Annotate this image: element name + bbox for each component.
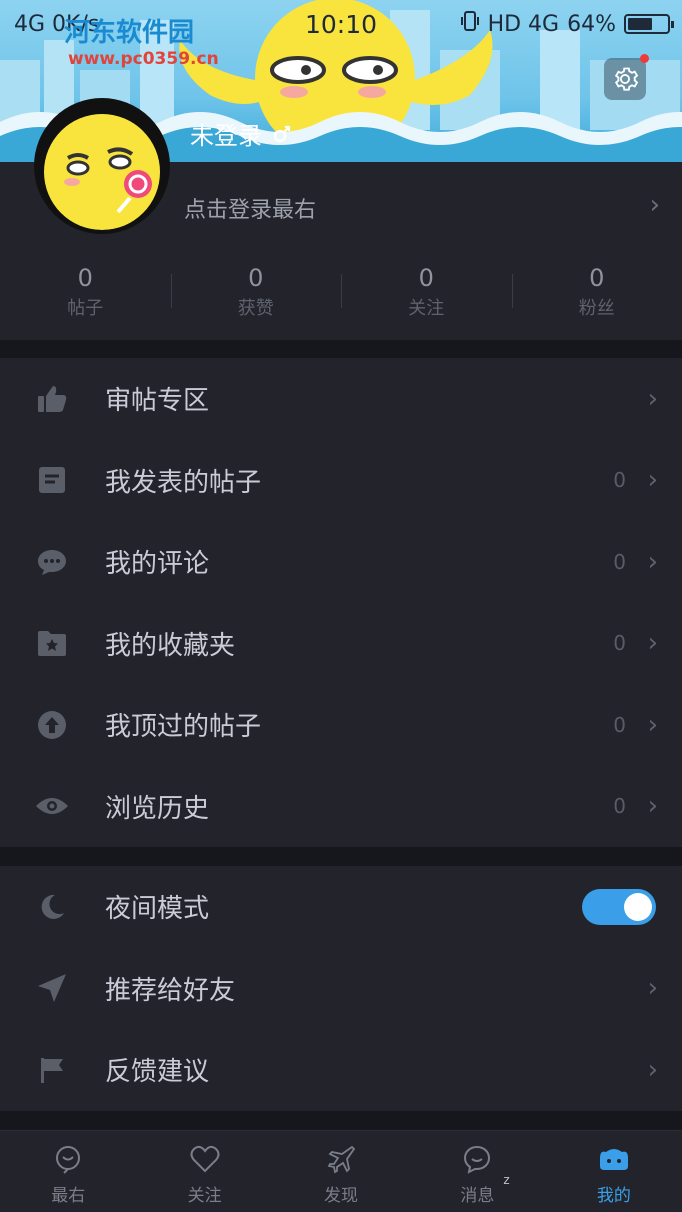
tab-messages[interactable]: 消息 z	[409, 1131, 545, 1212]
bottom-tab-bar: 最右 关注 发现 消息 z 我的	[0, 1130, 682, 1212]
flag-icon	[34, 1052, 70, 1088]
discover-icon	[325, 1143, 357, 1175]
stat-posts[interactable]: 0 帖子	[0, 264, 171, 324]
menu-item-review[interactable]: 审帖专区 ›	[0, 358, 682, 440]
tab-label: 消息	[460, 1186, 495, 1206]
menu-item-recommend[interactable]: 推荐给好友 ›	[0, 948, 682, 1030]
watermark: 河东软件园 www.pc0359.cn	[8, 12, 219, 69]
stat-likes[interactable]: 0 获赞	[170, 264, 342, 324]
stat-value: 0	[248, 264, 264, 292]
menu-item-label: 反馈建议	[105, 1057, 210, 1088]
menu-item-count: 0	[613, 712, 626, 737]
tab-following[interactable]: 关注	[136, 1131, 272, 1212]
tab-label: 关注	[187, 1186, 222, 1206]
login-prompt-row[interactable]: 点击登录最右 ›	[170, 162, 682, 252]
menu-item-label: 我顶过的帖子	[105, 712, 262, 743]
message-icon	[461, 1143, 493, 1175]
menu-item-count: 0	[613, 794, 626, 819]
mascot-avatar-icon	[38, 102, 166, 230]
menu-item-label: 审帖专区	[105, 386, 210, 417]
stat-value: 0	[418, 264, 434, 292]
tab-label: 最右	[51, 1186, 86, 1206]
menu-item-my-posts[interactable]: 我发表的帖子 0 ›	[0, 440, 682, 522]
menu-item-label: 推荐给好友	[105, 975, 236, 1006]
menu-item-upvoted-posts[interactable]: 我顶过的帖子 0 ›	[0, 684, 682, 766]
send-icon	[34, 970, 70, 1006]
tab-badge: z	[503, 1173, 510, 1187]
menu-item-night-mode: 夜间模式	[0, 866, 682, 948]
login-state[interactable]: 未登录	[190, 116, 292, 151]
stat-label: 帖子	[67, 298, 104, 319]
login-prompt: 点击登录最右	[184, 198, 317, 223]
chevron-right-icon: ›	[647, 1054, 658, 1085]
chevron-right-icon: ›	[649, 190, 660, 220]
stat-followers[interactable]: 0 粉丝	[511, 264, 682, 324]
menu-primary: 审帖专区 › 我发表的帖子 0 › 我的评论 0 › 我的收藏夹 0 › 我顶过…	[0, 358, 682, 847]
menu-item-feedback[interactable]: 反馈建议 ›	[0, 1029, 682, 1111]
menu-item-label: 我的评论	[105, 549, 210, 580]
stat-label: 获赞	[237, 298, 274, 319]
menu-item-label: 我的收藏夹	[105, 630, 236, 661]
stat-value: 0	[589, 264, 605, 292]
chevron-right-icon: ›	[647, 709, 658, 740]
watermark-site-name: 河东软件园	[64, 18, 195, 48]
menu-item-label: 浏览历史	[105, 793, 210, 824]
tab-label: 发现	[324, 1186, 359, 1206]
gear-icon	[614, 67, 639, 91]
chevron-right-icon: ›	[647, 383, 658, 414]
avatar[interactable]	[34, 98, 170, 234]
menu-secondary: 夜间模式 推荐给好友 › 反馈建议 ›	[0, 866, 682, 1111]
watermark-url: www.pc0359.cn	[68, 49, 219, 69]
chevron-right-icon: ›	[647, 791, 658, 822]
heart-icon	[189, 1143, 221, 1175]
settings-button[interactable]	[604, 54, 649, 100]
male-symbol-icon	[273, 125, 291, 142]
menu-item-label: 夜间模式	[105, 894, 210, 925]
chevron-right-icon: ›	[647, 628, 658, 659]
stat-label: 粉丝	[578, 298, 615, 319]
chevron-right-icon: ›	[647, 465, 658, 496]
profile-stats: 0 帖子 0 获赞 0 关注 0 粉丝	[0, 264, 682, 324]
stat-following[interactable]: 0 关注	[341, 264, 512, 324]
stat-label: 关注	[408, 298, 445, 319]
notification-dot	[640, 54, 649, 63]
chevron-right-icon: ›	[647, 546, 658, 577]
stat-value: 0	[77, 264, 93, 292]
tab-discover[interactable]: 发现	[273, 1131, 409, 1212]
toggle-knob	[624, 892, 652, 921]
favorite-folder-icon	[34, 625, 70, 661]
upvote-icon	[34, 707, 70, 743]
night-mode-toggle[interactable]	[582, 888, 656, 925]
profile-icon	[598, 1143, 630, 1175]
tab-profile[interactable]: 我的	[546, 1131, 682, 1212]
menu-item-history[interactable]: 浏览历史 0 ›	[0, 766, 682, 848]
moon-icon	[34, 889, 70, 925]
home-icon	[52, 1143, 84, 1175]
menu-item-my-comments[interactable]: 我的评论 0 ›	[0, 521, 682, 603]
vibrate-icon	[460, 10, 480, 38]
signal-indicators: HD 4G	[487, 11, 560, 37]
menu-item-favorites[interactable]: 我的收藏夹 0 ›	[0, 603, 682, 685]
menu-item-count: 0	[613, 468, 626, 493]
thumbs-up-icon	[34, 381, 70, 417]
post-icon	[34, 462, 70, 498]
battery-icon	[624, 14, 674, 34]
tab-label: 我的	[596, 1186, 631, 1206]
login-state-label: 未登录	[190, 122, 262, 150]
comment-icon	[34, 544, 70, 580]
eye-icon	[34, 788, 70, 824]
menu-item-count: 0	[613, 549, 626, 574]
tab-home[interactable]: 最右	[0, 1131, 136, 1212]
chevron-right-icon: ›	[647, 973, 658, 1004]
battery-percent: 64%	[567, 11, 616, 37]
status-indicators: HD 4G 64%	[460, 10, 674, 38]
menu-item-label: 我发表的帖子	[105, 467, 262, 498]
menu-item-count: 0	[613, 631, 626, 656]
